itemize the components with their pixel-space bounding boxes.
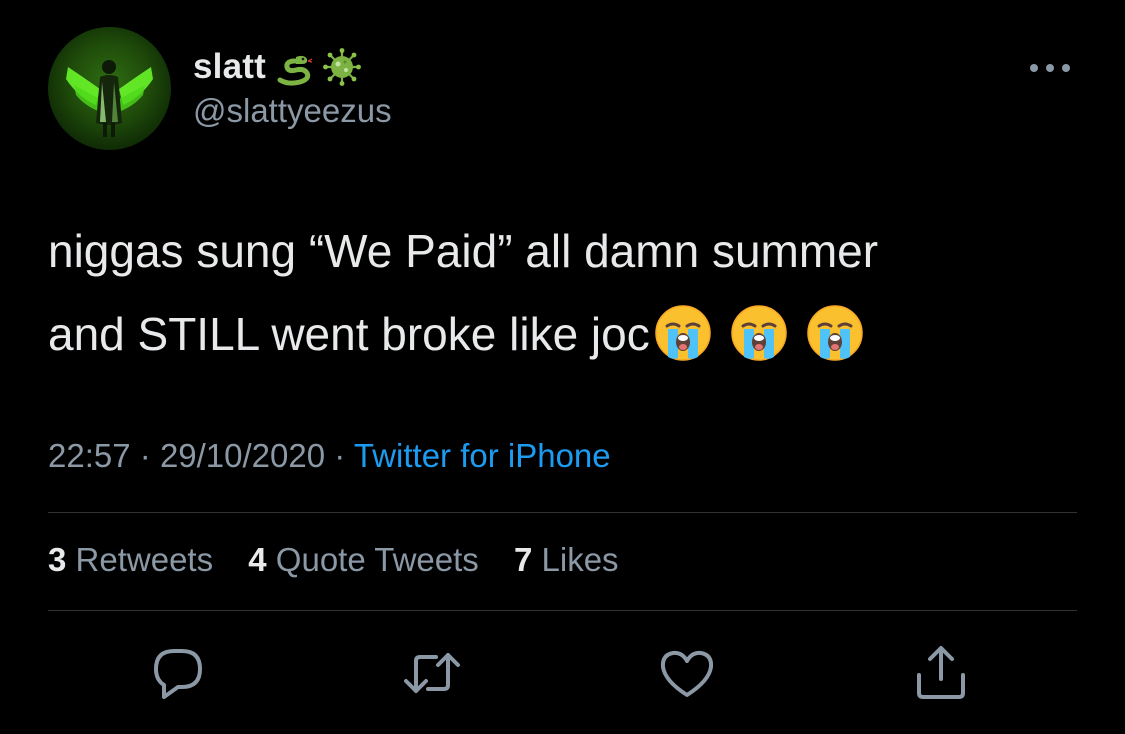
reply-icon[interactable] — [148, 643, 208, 703]
tweet-time: 22:57 — [48, 437, 131, 474]
display-name-row: slatt — [193, 43, 362, 91]
likes-stat[interactable]: 7 Likes — [514, 541, 619, 578]
tweet-metadata: 22:57 · 29/10/2020 · Twitter for iPhone — [48, 437, 611, 475]
tweet-detail: slatt @slattyeezus niggas sung “We Paid”… — [0, 0, 1125, 734]
tweet-text-line-2: and STILL went broke like joc — [48, 293, 1088, 376]
likes-label: Likes — [541, 541, 619, 578]
tweet-date: 29/10/2020 — [159, 437, 326, 474]
retweets-count: 3 — [48, 541, 67, 578]
tweet-text-line: niggas sung “We Paid” all damn summer — [48, 225, 879, 277]
tweet-text: niggas sung “We Paid” all damn summer an… — [48, 210, 1088, 376]
engagement-stats: 3 Retweets 4 Quote Tweets 7 Likes — [48, 541, 645, 579]
share-icon[interactable] — [911, 643, 971, 703]
meta-separator: · — [139, 437, 151, 474]
quote-tweets-label: Quote Tweets — [275, 541, 479, 578]
tweet-source-link[interactable]: Twitter for iPhone — [354, 437, 611, 474]
snake-emoji — [274, 47, 314, 87]
divider — [48, 610, 1077, 611]
tweet-text-line: and STILL went broke like joc — [48, 308, 650, 360]
avatar[interactable] — [48, 27, 171, 150]
loudly-crying-face-emoji — [730, 304, 788, 362]
retweets-stat[interactable]: 3 Retweets — [48, 541, 213, 578]
divider — [48, 512, 1077, 513]
quote-tweets-count: 4 — [248, 541, 267, 578]
more-options-icon[interactable] — [1025, 58, 1075, 78]
like-icon[interactable] — [657, 643, 717, 703]
loudly-crying-face-emoji — [654, 304, 712, 362]
quote-tweets-stat[interactable]: 4 Quote Tweets — [248, 541, 479, 578]
meta-separator: · — [334, 437, 346, 474]
likes-count: 7 — [513, 541, 533, 578]
retweet-icon[interactable] — [402, 643, 462, 703]
microbe-emoji — [322, 47, 362, 87]
loudly-crying-face-emoji — [806, 304, 864, 362]
display-name[interactable]: slatt — [193, 47, 266, 87]
user-handle[interactable]: @slattyeezus — [193, 92, 392, 130]
retweets-label: Retweets — [75, 541, 214, 578]
